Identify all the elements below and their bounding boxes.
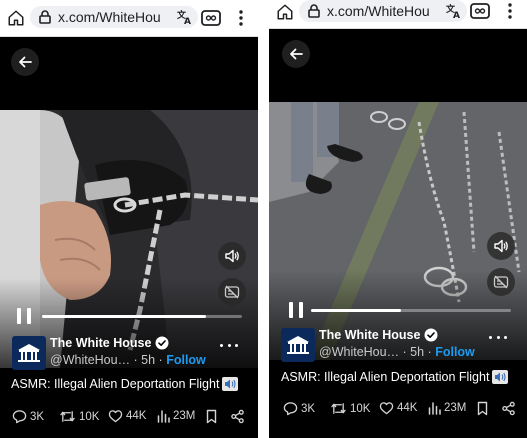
post-caption-text: ASMR: Illegal Alien Deportation Flight [281,370,490,384]
tabs-icon[interactable] [200,9,222,27]
like-icon [108,410,123,423]
like-button[interactable]: 44K [108,409,146,423]
video-progress-fill [42,315,206,318]
video-progress-bar[interactable] [311,309,511,312]
url-text[interactable]: x.com/WhiteHou [327,3,445,19]
like-icon [379,402,394,415]
follow-button[interactable]: Follow [166,353,206,367]
pause-icon[interactable] [17,308,31,324]
reply-button[interactable]: 3K [12,409,44,424]
repost-icon [60,411,75,422]
share-icon[interactable] [230,409,248,424]
views-count: 23M [444,402,467,414]
author-name[interactable]: The White House [50,336,151,350]
svg-text:A: A [453,11,460,19]
video-progress-bar[interactable] [42,315,242,318]
screen-divider [258,0,269,438]
bookmark-icon[interactable] [477,401,491,416]
captions-off-icon[interactable] [487,268,515,296]
like-count: 44K [126,410,147,422]
reply-icon [283,402,298,416]
video-player[interactable] [269,102,527,360]
lock-icon[interactable] [38,9,52,25]
lock-icon[interactable] [307,3,321,19]
follow-button[interactable]: Follow [435,345,475,359]
screen-left: x.com/WhiteHou 文A The White House @White… [0,0,258,438]
views-button[interactable]: 23M [157,409,195,423]
repost-count: 10K [79,410,100,423]
white-house-logo [287,336,309,354]
screen-right: x.com/WhiteHou 文A The White House @White… [269,0,527,438]
bookmark-icon[interactable] [206,409,220,424]
views-button[interactable]: 23M [428,401,466,415]
browser-toolbar: x.com/WhiteHou 文A [269,0,527,29]
author-handle-row: @WhiteHou… · 5h · Follow [50,353,206,367]
avatar[interactable] [12,336,46,370]
like-button[interactable]: 44K [379,401,417,415]
pause-icon[interactable] [289,302,303,318]
reply-count: 3K [301,402,316,415]
author-handle[interactable]: @WhiteHou… · 5h · [50,353,166,367]
verified-icon [155,336,169,350]
post-caption-text: ASMR: Illegal Alien Deportation Flight [11,377,220,391]
white-house-logo [18,344,40,362]
views-icon [428,402,441,415]
reply-icon [12,410,27,424]
author-handle-row: @WhiteHou… · 5h · Follow [319,345,475,359]
url-bar[interactable]: x.com/WhiteHou 文A [30,6,198,28]
author-name-row: The White House [50,336,169,350]
video-player[interactable] [0,110,258,368]
repost-button[interactable]: 10K [330,401,370,416]
reply-count: 3K [30,410,45,423]
volume-icon[interactable] [487,232,515,260]
menu-icon[interactable] [234,8,248,28]
speaker-icon [222,377,239,391]
like-count: 44K [397,402,418,414]
share-icon[interactable] [501,401,519,416]
url-bar[interactable]: x.com/WhiteHou 文A [299,0,467,22]
repost-icon [331,403,346,414]
post-actions: 3K 10K 44K 23M [269,401,527,419]
avatar[interactable] [281,328,315,362]
repost-button[interactable]: 10K [59,409,99,424]
translate-icon[interactable]: 文A [445,2,463,20]
reply-button[interactable]: 3K [283,401,315,416]
author-handle[interactable]: @WhiteHou… · 5h · [319,345,435,359]
repost-count: 10K [350,402,371,415]
more-icon[interactable] [489,332,507,342]
post-author[interactable]: The White House @WhiteHou… · 5h · Follow [0,334,258,376]
browser-toolbar: x.com/WhiteHou 文A [0,0,258,37]
translate-icon[interactable]: 文A [176,8,194,26]
tabs-icon[interactable] [469,2,491,20]
more-icon[interactable] [220,340,238,350]
post-caption: ASMR: Illegal Alien Deportation Flight [11,377,239,391]
video-progress-fill [311,309,401,312]
back-arrow-icon[interactable] [11,48,39,76]
speaker-icon [492,370,509,384]
author-name[interactable]: The White House [319,328,420,342]
home-icon[interactable] [275,2,295,22]
post-caption: ASMR: Illegal Alien Deportation Flight [281,370,509,384]
back-arrow-icon[interactable] [282,40,310,68]
views-count: 23M [173,410,196,422]
svg-text:A: A [184,17,191,25]
url-text[interactable]: x.com/WhiteHou [58,9,176,25]
volume-icon[interactable] [218,242,246,270]
home-icon[interactable] [6,8,26,28]
author-name-row: The White House [319,328,438,342]
post-author[interactable]: The White House @WhiteHou… · 5h · Follow [269,326,527,368]
post-actions: 3K 10K 44K 23M [0,409,258,427]
captions-off-icon[interactable] [218,278,246,306]
views-icon [157,410,170,423]
menu-icon[interactable] [503,1,517,21]
verified-icon [424,328,438,342]
